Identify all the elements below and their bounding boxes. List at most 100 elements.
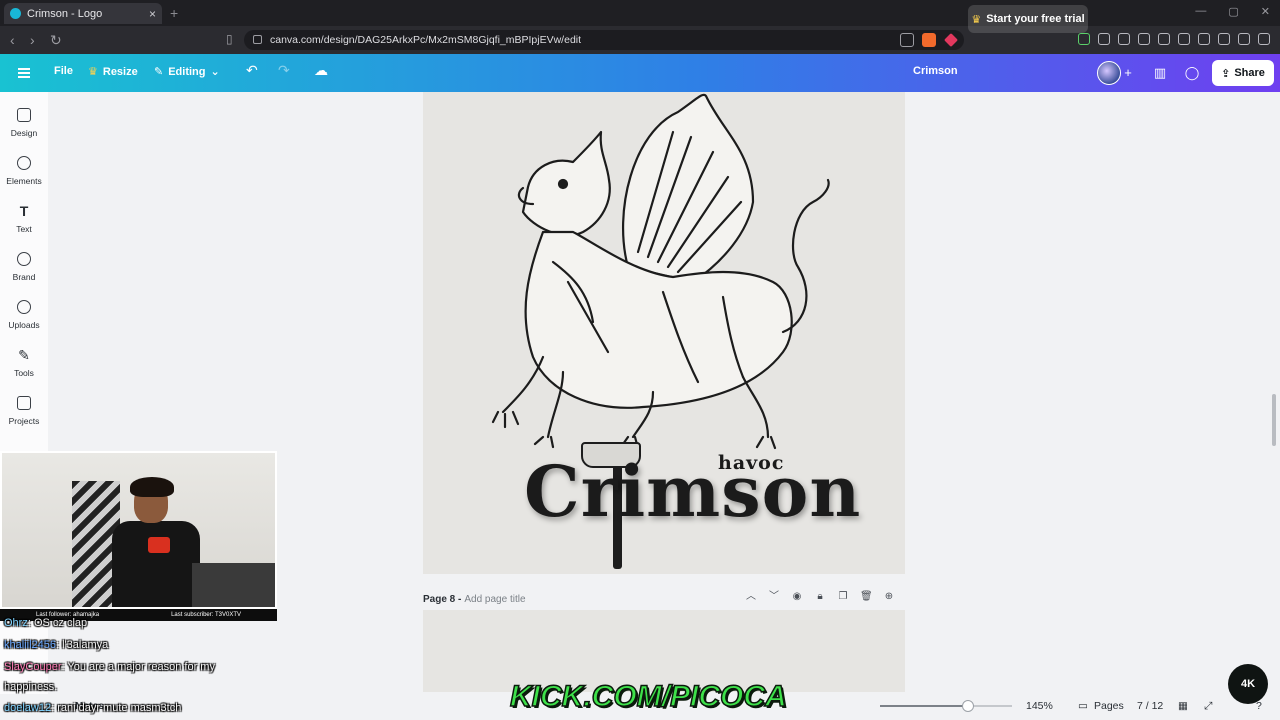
chat-line: doelaw12: rani dayr mute masm3tch	[4, 702, 181, 714]
logo-main-text[interactable]: Crimson	[524, 452, 861, 532]
bookmark-icon[interactable]: ▯	[226, 32, 233, 46]
add-page-icon[interactable]: ⊕	[883, 591, 895, 603]
wallet-icon[interactable]	[1198, 33, 1210, 45]
logo-sub-text[interactable]: havoc	[718, 452, 784, 474]
design-name[interactable]: Crimson	[913, 65, 958, 77]
text-icon: T	[19, 203, 29, 219]
chevron-down-icon: ⌄	[210, 66, 220, 78]
url-actions	[900, 33, 958, 47]
sidebar-item-label: Brand	[12, 272, 36, 282]
redo-icon[interactable]: ↷	[278, 62, 290, 79]
reload-icon[interactable]: ↻	[50, 32, 62, 49]
chat-user: doelaw12	[4, 702, 52, 714]
add-collaborator-icon[interactable]: +	[1118, 63, 1138, 83]
sidebar-item-label: Design	[10, 128, 38, 138]
sidebar-toggle-icon[interactable]	[1178, 33, 1190, 45]
sidebar-item-label: Uploads	[8, 320, 40, 330]
chat-line: khaliil2456: l'3alamya	[4, 639, 108, 651]
fullscreen-icon[interactable]: ⤢	[1204, 700, 1212, 713]
extension-1-icon[interactable]	[1078, 33, 1090, 45]
share-page-icon[interactable]	[900, 33, 914, 47]
share-button[interactable]: ⇪ Share	[1212, 60, 1274, 86]
page-title-input[interactable]: Add page title	[464, 594, 525, 605]
editing-mode-button[interactable]: ✎ Editing ⌄	[154, 65, 220, 79]
tab-close-icon[interactable]: ×	[149, 7, 156, 21]
file-button[interactable]: File	[54, 65, 73, 77]
undo-icon[interactable]: ↶	[246, 62, 258, 79]
webcam-overlay	[0, 451, 277, 609]
lock-page-icon[interactable]: 🔒︎	[814, 591, 826, 603]
sidebar-item-elements[interactable]: Elements	[0, 156, 48, 186]
chat-user: khaliil2456	[4, 639, 56, 651]
projects-icon	[17, 396, 31, 410]
extension-2-icon[interactable]	[1118, 33, 1130, 45]
page-tools: ︿ ﹀ ◉ 🔒︎ ❐ 🗑︎ ⊕	[745, 591, 895, 603]
vertical-scrollbar[interactable]	[1272, 394, 1276, 446]
page-down-icon[interactable]: ﹀	[768, 591, 780, 603]
chat-user: SlayCouper	[4, 661, 62, 673]
resize-label: Resize	[102, 65, 138, 78]
resize-button[interactable]: ♛ Resize	[88, 65, 138, 79]
chat-message: happiness.	[4, 681, 58, 693]
browser-menu-icon[interactable]	[1258, 33, 1270, 45]
leo-ai-icon[interactable]	[1218, 33, 1230, 45]
browser-tab[interactable]: Crimson - Logo ×	[4, 3, 162, 24]
sidebar-item-brand[interactable]: Brand	[0, 252, 48, 282]
last-subscriber: Last subscriber: T3V0XTV	[171, 612, 241, 618]
extensions-puzzle-icon[interactable]	[1098, 33, 1110, 45]
uploads-icon	[17, 300, 31, 314]
pages-button[interactable]: Pages	[1094, 700, 1124, 712]
brave-rewards-icon[interactable]	[944, 33, 958, 47]
pages-icon[interactable]: ▭	[1078, 700, 1088, 712]
sidebar-item-label: Projects	[8, 416, 40, 426]
kick-channel-watermark: KICK.COM/PICOCA	[509, 679, 787, 714]
comment-icon[interactable]: ◯	[1182, 63, 1202, 83]
canva-header: File ♛ Resize ✎ Editing ⌄ ↶ ↷ ☁ Crimson	[0, 54, 1280, 92]
chat-message: : l'3alamya	[55, 639, 109, 651]
window-close-icon[interactable]: ✕	[1261, 5, 1270, 18]
share-upload-icon: ⇪	[1221, 67, 1231, 80]
site-info-icon[interactable]	[253, 35, 262, 44]
design-icon	[17, 108, 31, 122]
sidebar-item-projects[interactable]: Projects	[0, 396, 48, 426]
chat-message: : You are a major reason for my	[61, 661, 215, 673]
crown-icon: ♛	[88, 66, 98, 78]
vpn-icon[interactable]	[1238, 33, 1250, 45]
sidebar-item-uploads[interactable]: Uploads	[0, 300, 48, 330]
chat-line: happiness.	[4, 681, 57, 693]
elements-icon	[17, 156, 31, 170]
page-count[interactable]: 7 / 12	[1137, 700, 1163, 712]
menu-icon[interactable]	[18, 68, 30, 78]
streamer-shirt	[112, 521, 200, 607]
minimize-icon[interactable]: —	[1195, 5, 1206, 18]
streamer-hair	[130, 477, 174, 497]
zoom-value[interactable]: 145%	[1026, 700, 1053, 712]
new-tab-button[interactable]: +	[170, 5, 178, 21]
delete-page-icon[interactable]: 🗑︎	[860, 591, 873, 603]
download-icon[interactable]	[1138, 33, 1150, 45]
start-free-trial-button[interactable]: ♛ Start your free trial	[968, 5, 1088, 33]
brave-shield-icon[interactable]	[922, 33, 936, 47]
hide-page-icon[interactable]: ◉	[791, 591, 803, 603]
tab-search-icon[interactable]	[1158, 33, 1170, 45]
tab-title: Crimson - Logo	[27, 7, 103, 20]
sidebar-item-text[interactable]: T Text	[0, 204, 48, 234]
editing-label: Editing	[168, 65, 206, 78]
trial-label: Start your free trial	[986, 13, 1085, 25]
shirt-print	[148, 537, 170, 553]
cloud-save-icon[interactable]: ☁	[314, 62, 328, 79]
maximize-icon[interactable]: ▢	[1228, 5, 1238, 18]
streamer	[112, 477, 200, 607]
window-controls: — ▢ ✕	[1195, 5, 1270, 18]
share-label: Share	[1234, 67, 1265, 79]
sidebar-item-design[interactable]: Design	[0, 108, 48, 138]
url-field[interactable]: canva.com/design/DAG25ArkxPc/Mx2mSM8Gjqf…	[244, 30, 964, 50]
analytics-icon[interactable]: ▥	[1150, 63, 1170, 83]
duplicate-page-icon[interactable]: ❐	[837, 591, 849, 603]
sidebar-item-tools[interactable]: ✎ Tools	[0, 348, 48, 378]
extension-icons	[1078, 33, 1270, 45]
back-icon[interactable]: ‹	[10, 32, 15, 48]
page-up-icon[interactable]: ︿	[745, 591, 757, 603]
forward-icon[interactable]: ›	[30, 32, 35, 48]
grid-view-icon[interactable]: ▦	[1178, 700, 1188, 712]
